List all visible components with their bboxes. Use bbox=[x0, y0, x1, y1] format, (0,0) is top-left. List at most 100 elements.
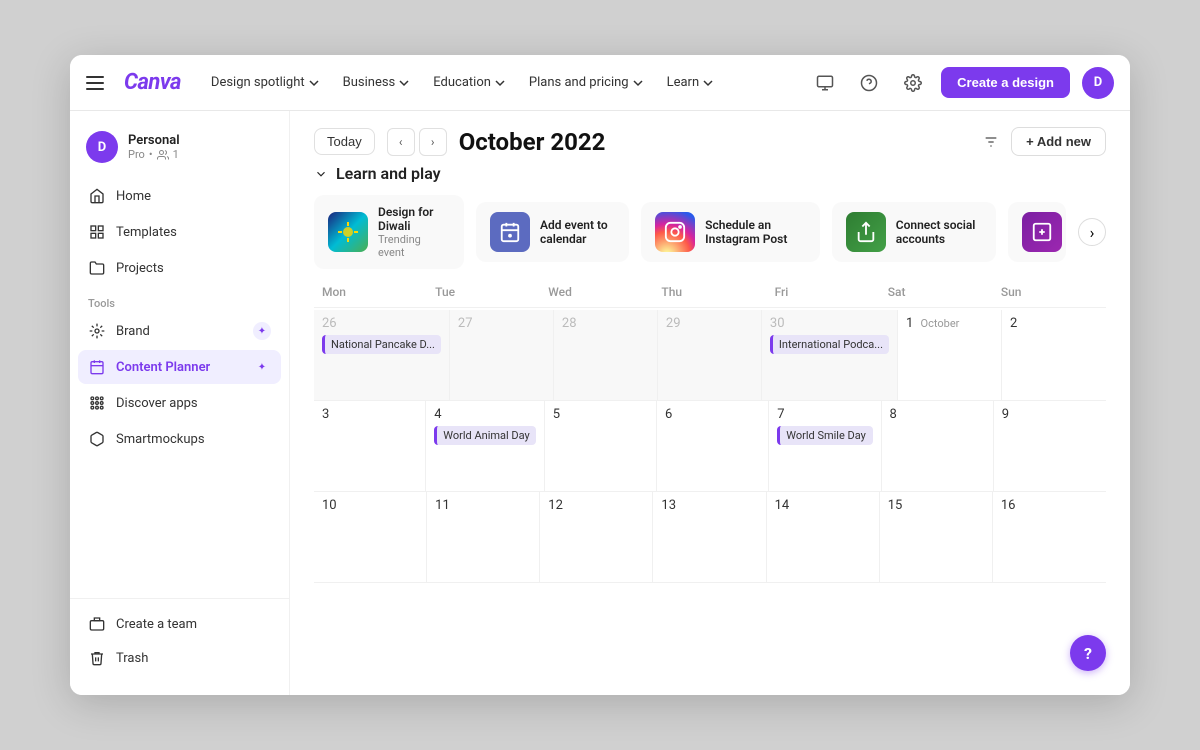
calendar-cell-sep27[interactable]: 27 bbox=[450, 310, 554, 400]
social-image bbox=[846, 212, 886, 252]
calendar-cell-oct14[interactable]: 14 bbox=[767, 492, 880, 582]
next-month-button[interactable]: › bbox=[419, 128, 447, 156]
day-label-mon: Mon bbox=[314, 281, 427, 303]
nav-education[interactable]: Education bbox=[423, 69, 515, 96]
cal-event[interactable]: National Pancake D... bbox=[322, 335, 441, 354]
calendar-cell-oct7[interactable]: 7 World Smile Day bbox=[769, 401, 881, 491]
calendar-cell-oct9[interactable]: 9 bbox=[994, 401, 1106, 491]
sidebar-item-home[interactable]: Home bbox=[78, 179, 281, 213]
cal-event[interactable]: International Podca... bbox=[770, 335, 889, 354]
sidebar-item-discover-apps[interactable]: Discover apps bbox=[78, 386, 281, 420]
day-label-tue: Tue bbox=[427, 281, 540, 303]
cal-date: 15 bbox=[888, 498, 984, 513]
calendar-cell-sep29[interactable]: 29 bbox=[658, 310, 762, 400]
day-label-wed: Wed bbox=[540, 281, 653, 303]
cal-date: 4 bbox=[434, 407, 536, 422]
calendar-cell-oct3[interactable]: 3 bbox=[314, 401, 426, 491]
instagram-image bbox=[655, 212, 695, 252]
help-button[interactable]: ? bbox=[1070, 635, 1106, 671]
sidebar-item-templates[interactable]: Templates bbox=[78, 215, 281, 249]
sidebar-item-projects[interactable]: Projects bbox=[78, 251, 281, 285]
learn-card-instagram[interactable]: Schedule an Instagram Post bbox=[641, 202, 820, 262]
monitor-icon[interactable] bbox=[809, 67, 841, 99]
prev-month-button[interactable]: ‹ bbox=[387, 128, 415, 156]
profile-name: Personal bbox=[128, 133, 180, 148]
today-button[interactable]: Today bbox=[314, 128, 375, 155]
sidebar-item-create-team[interactable]: Create a team bbox=[78, 607, 281, 641]
cal-date: 13 bbox=[661, 498, 757, 513]
calendar-cell-sep28[interactable]: 28 bbox=[554, 310, 658, 400]
calendar-cell-oct11[interactable]: 11 bbox=[427, 492, 540, 582]
learn-card-add-calendar[interactable]: Add event to calendar bbox=[476, 202, 629, 262]
calendar-cell-oct8[interactable]: 8 bbox=[882, 401, 994, 491]
brand-badge: ✦ bbox=[253, 322, 271, 340]
calendar-cell-sep26[interactable]: 26 National Pancake D... bbox=[314, 310, 450, 400]
canva-logo: Canva bbox=[124, 70, 181, 95]
calendar-cell-oct2[interactable]: 2 bbox=[1002, 310, 1106, 400]
sidebar-item-brand[interactable]: Brand ✦ bbox=[78, 314, 281, 348]
calendar-title: October 2022 bbox=[459, 128, 971, 156]
learn-cards: Design for Diwali Trending event Add eve… bbox=[314, 195, 1106, 269]
calendar-week-3: 10 11 12 13 14 bbox=[314, 492, 1106, 583]
cal-date: 9 bbox=[1002, 407, 1098, 422]
day-label-fri: Fri bbox=[767, 281, 880, 303]
smartmockups-icon bbox=[88, 430, 106, 448]
calendar-cell-oct1[interactable]: 1 October bbox=[898, 310, 1002, 400]
hamburger-menu[interactable] bbox=[86, 76, 104, 90]
templates-icon bbox=[88, 223, 106, 241]
learn-card-social[interactable]: Connect social accounts bbox=[832, 202, 996, 262]
sidebar: D Personal Pro • 1 Home bbox=[70, 111, 290, 695]
nav-learn[interactable]: Learn bbox=[657, 69, 724, 96]
calendar-cell-oct16[interactable]: 16 bbox=[993, 492, 1106, 582]
cal-date: 2 bbox=[1010, 316, 1098, 331]
nav-links: Design spotlight Business Education Plan… bbox=[201, 69, 723, 96]
sidebar-profile[interactable]: D Personal Pro • 1 bbox=[70, 123, 289, 179]
team-icon bbox=[88, 615, 106, 633]
trash-icon bbox=[88, 649, 106, 667]
add-new-button[interactable]: + Add new bbox=[1011, 127, 1106, 156]
brand-icon bbox=[88, 322, 106, 340]
learn-cards-next-button[interactable]: › bbox=[1078, 218, 1106, 246]
calendar-cell-oct15[interactable]: 15 bbox=[880, 492, 993, 582]
calendar-cell-oct4[interactable]: 4 World Animal Day bbox=[426, 401, 545, 491]
calendar-weeks: 26 National Pancake D... 27 28 29 bbox=[314, 310, 1106, 583]
cal-date: 28 bbox=[562, 316, 649, 331]
learn-card-diwali[interactable]: Design for Diwali Trending event bbox=[314, 195, 464, 269]
more-image bbox=[1022, 212, 1062, 252]
calendar-cell-oct13[interactable]: 13 bbox=[653, 492, 766, 582]
calendar-cell-oct10[interactable]: 10 bbox=[314, 492, 427, 582]
profile-avatar: D bbox=[86, 131, 118, 163]
day-label-sun: Sun bbox=[993, 281, 1106, 303]
cal-date: 5 bbox=[553, 407, 648, 422]
sidebar-item-trash[interactable]: Trash bbox=[78, 641, 281, 675]
calendar-cell-sep30[interactable]: 30 International Podca... bbox=[762, 310, 898, 400]
tools-label: Tools bbox=[70, 285, 289, 314]
nav-plans[interactable]: Plans and pricing bbox=[519, 69, 653, 96]
sidebar-item-smartmockups[interactable]: Smartmockups bbox=[78, 422, 281, 456]
create-design-button[interactable]: Create a design bbox=[941, 67, 1070, 98]
cal-date: 14 bbox=[775, 498, 871, 513]
user-avatar[interactable]: D bbox=[1082, 67, 1114, 99]
cal-date: 29 bbox=[666, 316, 753, 331]
nav-design-spotlight[interactable]: Design spotlight bbox=[201, 69, 329, 96]
calendar-cell-oct6[interactable]: 6 bbox=[657, 401, 769, 491]
calendar-cell-oct12[interactable]: 12 bbox=[540, 492, 653, 582]
cal-date: 7 bbox=[777, 407, 872, 422]
apps-icon bbox=[88, 394, 106, 412]
add-calendar-image bbox=[490, 212, 530, 252]
sidebar-item-content-planner[interactable]: Content Planner ✦ bbox=[78, 350, 281, 384]
nav-business[interactable]: Business bbox=[333, 69, 420, 96]
settings-icon[interactable] bbox=[897, 67, 929, 99]
learn-card-more[interactable] bbox=[1008, 202, 1066, 262]
cal-date: 27 bbox=[458, 316, 545, 331]
profile-plan: Pro • 1 bbox=[128, 148, 180, 161]
cal-event[interactable]: World Animal Day bbox=[434, 426, 536, 445]
calendar-days-header: Mon Tue Wed Thu Fri Sat Sun bbox=[314, 281, 1106, 308]
filter-button[interactable] bbox=[983, 134, 999, 150]
calendar-header: Today ‹ › October 2022 + Add new bbox=[290, 111, 1130, 164]
help-icon[interactable] bbox=[853, 67, 885, 99]
learn-header[interactable]: Learn and play bbox=[314, 164, 1106, 183]
cal-date: 1 October bbox=[906, 316, 993, 331]
cal-event[interactable]: World Smile Day bbox=[777, 426, 872, 445]
calendar-cell-oct5[interactable]: 5 bbox=[545, 401, 657, 491]
